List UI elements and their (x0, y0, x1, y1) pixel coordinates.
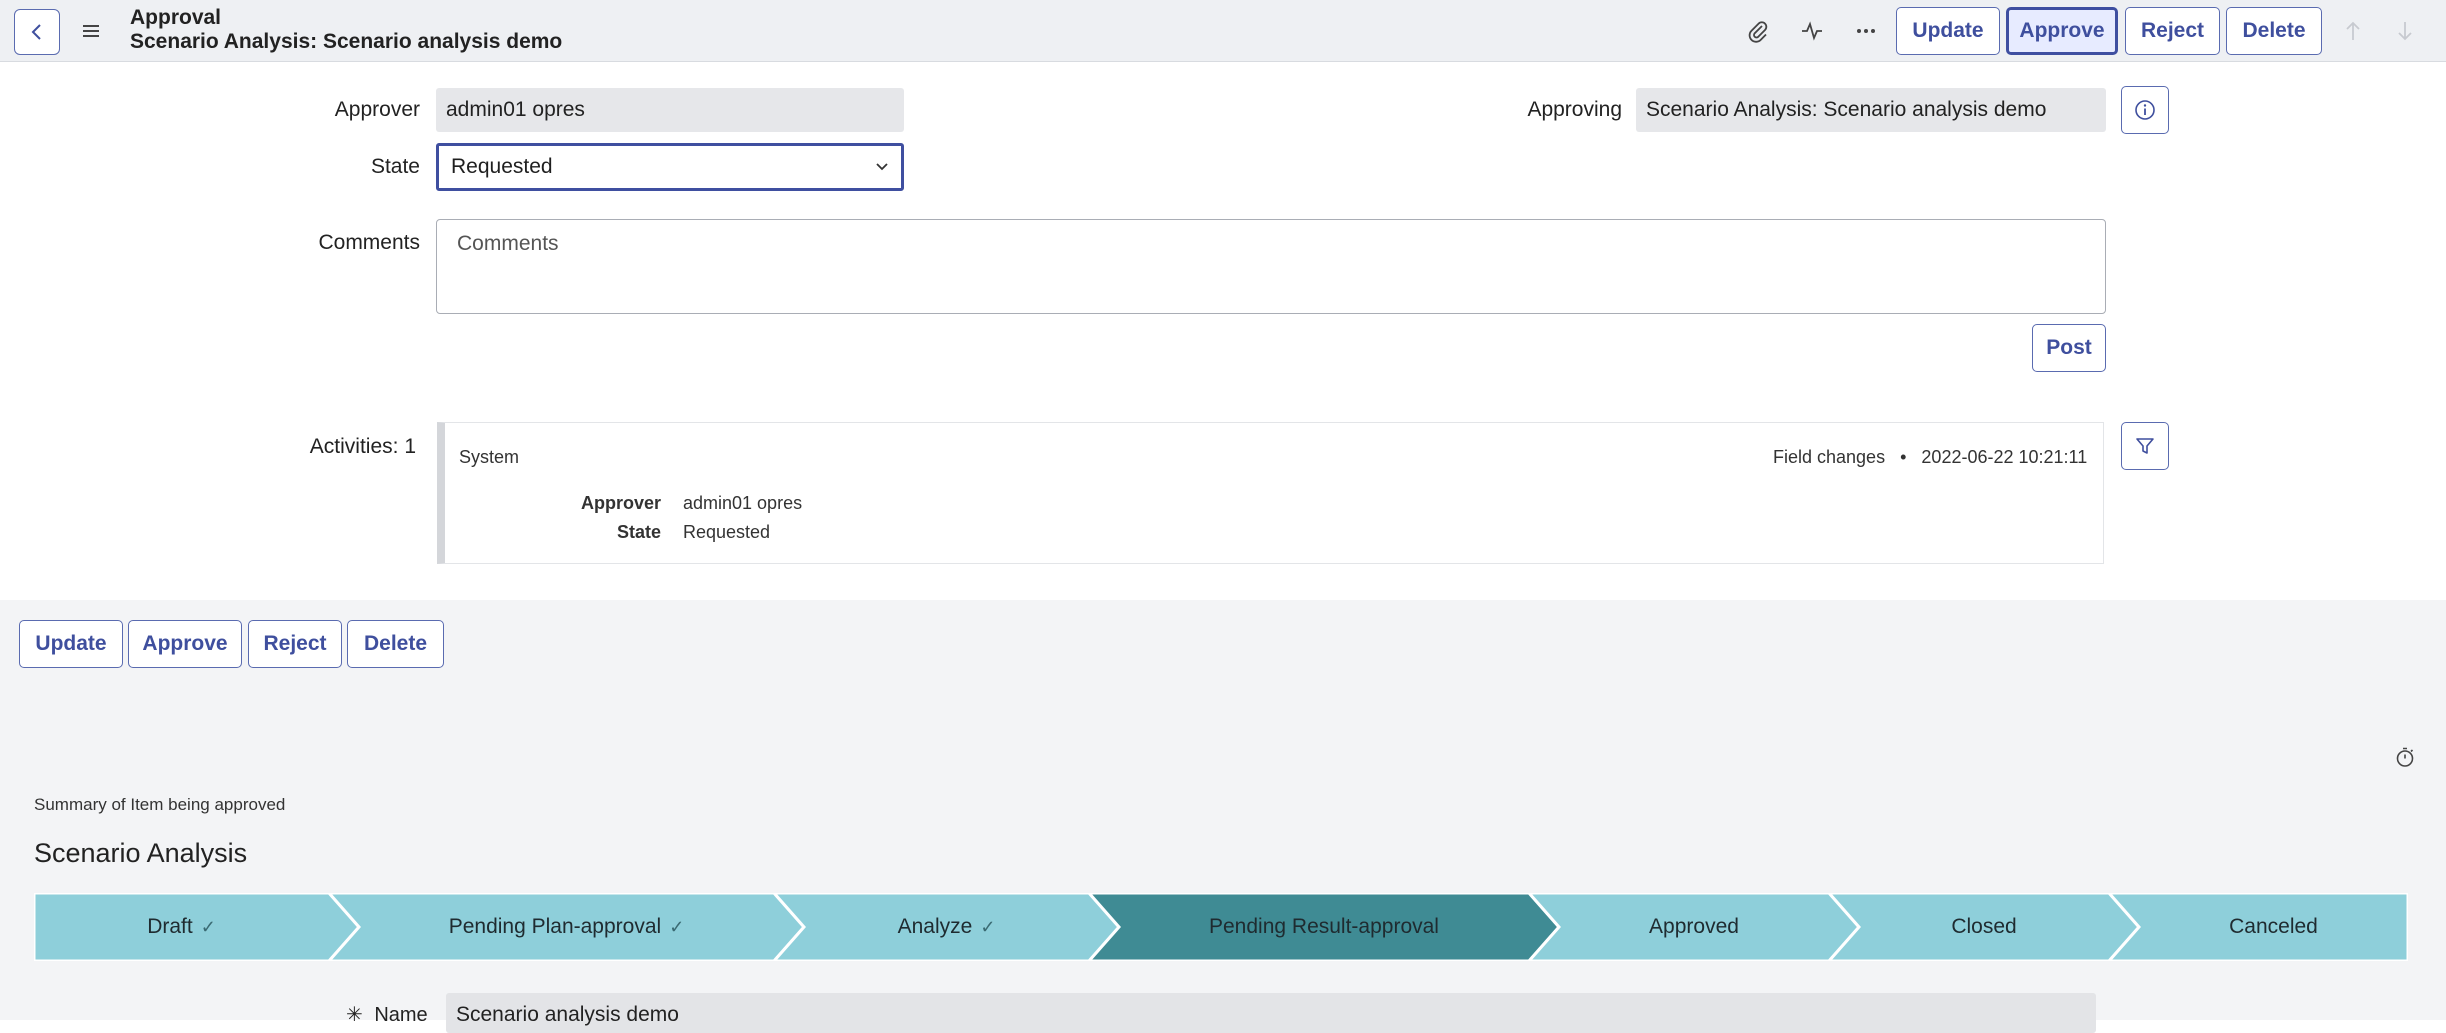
checkmark-icon: ✓ (669, 916, 685, 937)
stage-label: Draft ✓ (34, 893, 329, 961)
header-title: Approval (130, 6, 222, 29)
stage-labels: Draft ✓ Pending Plan-approval ✓ Analyze ✓ Pend… (34, 893, 2408, 961)
header-delete-button[interactable]: Delete (2226, 7, 2322, 55)
stage-label: Canceled (2139, 893, 2408, 961)
state-select[interactable]: Requested (436, 143, 904, 191)
activity-bullet: • (1900, 447, 1907, 467)
approver-label: Approver (334, 98, 420, 121)
activity-value-state: Requested (683, 522, 771, 542)
stopwatch-icon[interactable] (2390, 742, 2420, 772)
stage-label-text: Analyze (897, 915, 973, 938)
checkmark-icon: ✓ (200, 916, 216, 937)
bottom-delete-button[interactable]: Delete (347, 620, 444, 668)
activity-timestamp: 2022-06-22 10:21:11 (1921, 447, 2088, 467)
activity-source: System (459, 447, 520, 467)
activity-entry: System Field changes • 2022-06-22 10:21:… (437, 422, 2104, 564)
stage-label: Analyze ✓ (804, 893, 1089, 961)
activity-pulse-icon[interactable] (1795, 14, 1829, 48)
bottom-reject-button[interactable]: Reject (248, 620, 342, 668)
activity-field-state: State (616, 522, 661, 542)
checkmark-icon: ✓ (980, 916, 996, 937)
stage-label-text: Approved (1649, 915, 1739, 938)
state-label: State (370, 155, 420, 178)
header-update-button[interactable]: Update (1896, 7, 2000, 55)
info-icon (2135, 100, 2155, 120)
paperclip-icon[interactable] (1741, 14, 1775, 48)
info-button[interactable] (2121, 86, 2169, 134)
activity-change-type: Field changes (1773, 447, 1886, 467)
stage-label: Pending Result-approval (1119, 893, 1529, 961)
activities-label: Activities: 1 (309, 435, 416, 458)
header-subtitle: Scenario Analysis: Scenario analysis dem… (130, 30, 563, 53)
state-select-value: Requested (451, 155, 553, 178)
summary-caption: Summary of Item being approved (34, 795, 286, 814)
stage-label-text: Pending Result-approval (1209, 915, 1439, 938)
filter-button[interactable] (2121, 422, 2169, 470)
stage-label-text: Canceled (2229, 915, 2318, 938)
name-field: Scenario analysis demo (446, 993, 2096, 1033)
stage-label-text: Closed (1951, 915, 2017, 938)
chevron-down-icon (876, 163, 888, 171)
arrow-down-icon[interactable] (2388, 14, 2422, 48)
header-reject-button[interactable]: Reject (2125, 7, 2220, 55)
arrow-up-icon[interactable] (2336, 14, 2370, 48)
stage-label: Approved (1559, 893, 1829, 961)
name-label-row: ✳ Name (346, 1002, 428, 1027)
activity-meta: Field changes • 2022-06-22 10:21:11 (1773, 447, 2087, 468)
approving-field: Scenario Analysis: Scenario analysis dem… (1636, 88, 2106, 132)
name-label: Name (374, 1004, 428, 1026)
header-approve-button[interactable]: Approve (2006, 7, 2118, 55)
activity-value-approver: admin01 opres (683, 493, 803, 513)
comments-label: Comments (318, 231, 420, 254)
activity-field-approver: Approver (580, 493, 661, 513)
bottom-update-button[interactable]: Update (19, 620, 123, 668)
post-button[interactable]: Post (2032, 324, 2106, 372)
comments-textarea[interactable]: Comments (436, 219, 2106, 314)
stage-label: Pending Plan-approval ✓ (359, 893, 774, 961)
more-options-icon[interactable] (1849, 14, 1883, 48)
approving-label: Approving (1527, 98, 1622, 121)
stage-label: Closed (1859, 893, 2109, 961)
stage-label-text: Draft (147, 915, 193, 938)
bottom-approve-button[interactable]: Approve (128, 620, 242, 668)
summary-heading: Scenario Analysis (34, 838, 248, 868)
back-button[interactable] (14, 9, 60, 55)
hamburger-icon[interactable] (78, 18, 104, 44)
stage-label-text: Pending Plan-approval (448, 915, 662, 938)
chevron-left-icon (31, 24, 41, 40)
approver-field: admin01 opres (436, 88, 904, 132)
required-asterisk: ✳ (346, 1004, 363, 1026)
filter-icon (2136, 438, 2154, 454)
